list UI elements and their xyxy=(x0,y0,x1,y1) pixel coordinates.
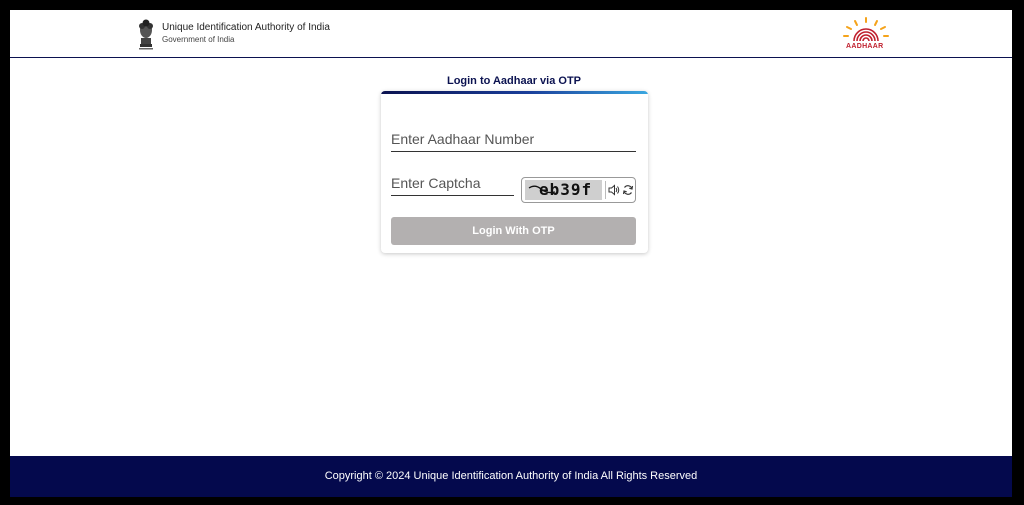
copyright-text: Copyright © 2024 Unique Identification A… xyxy=(324,470,698,482)
org-subtitle: Government of India xyxy=(162,35,235,44)
org-name: Unique Identification Authority of India xyxy=(162,22,330,33)
login-title: Login to Aadhaar via OTP xyxy=(446,75,582,87)
login-card: eb39f Login With OTP xyxy=(381,91,648,253)
page-frame: Unique Identification Authority of India… xyxy=(10,10,1012,497)
national-emblem-icon xyxy=(139,19,153,50)
captcha-text: eb39f xyxy=(539,180,593,199)
captcha-image: eb39f xyxy=(525,180,602,200)
card-accent-bar xyxy=(381,91,648,94)
captcha-divider xyxy=(605,181,606,199)
login-with-otp-button[interactable]: Login With OTP xyxy=(391,217,636,245)
aadhaar-number-input[interactable] xyxy=(391,126,636,152)
captcha-box: eb39f xyxy=(521,177,636,203)
speaker-icon[interactable] xyxy=(608,184,620,196)
site-header: Unique Identification Authority of India… xyxy=(10,10,1012,58)
site-footer: Copyright © 2024 Unique Identification A… xyxy=(10,456,1012,497)
captcha-input[interactable] xyxy=(391,170,514,196)
refresh-icon[interactable] xyxy=(622,184,634,196)
org-block: Unique Identification Authority of India… xyxy=(162,21,330,45)
aadhaar-logo-text: AADHAAR xyxy=(846,43,884,50)
